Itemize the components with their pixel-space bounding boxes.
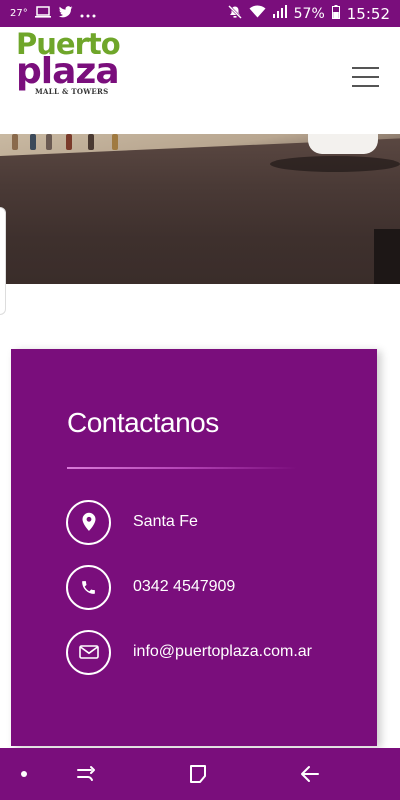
contact-item-phone[interactable]: 0342 4547909 (66, 564, 235, 610)
contact-title: Contactanos (67, 407, 219, 438)
contact-card: Contactanos Santa Fe 0342 4547909 info@p… (11, 349, 377, 746)
contact-location-text: Santa Fe (133, 513, 198, 530)
contact-email-text: info@puertoplaza.com.ar (133, 643, 312, 660)
logo-tagline: MALL & TOWERS (35, 87, 109, 96)
hamburger-menu-icon[interactable] (352, 67, 382, 89)
phone-icon (66, 564, 111, 610)
temperature-text: 27° (10, 8, 28, 19)
more-icon (80, 6, 96, 22)
battery-icon (331, 4, 340, 23)
status-bar: 27° 57% 15:52 (0, 0, 400, 27)
puerto-plaza-logo[interactable]: Puerto plaza MALL & TOWERS (16, 30, 126, 100)
title-divider (67, 467, 297, 469)
system-nav-bar (0, 748, 400, 800)
logo-line2: plaza (16, 51, 120, 92)
location-pin-icon (66, 499, 111, 545)
twitter-icon (58, 5, 73, 22)
clock: 15:52 (346, 4, 390, 23)
contact-item-location[interactable]: Santa Fe (66, 499, 198, 545)
battery-percent: 57% (293, 5, 325, 22)
mute-icon (227, 4, 242, 23)
site-header: Puerto plaza MALL & TOWERS (0, 27, 400, 134)
laptop-icon (34, 5, 51, 22)
home-icon[interactable] (182, 748, 214, 800)
contact-phone-text: 0342 4547909 (133, 578, 236, 595)
side-tab[interactable] (0, 207, 6, 315)
wifi-icon (249, 5, 266, 22)
hero-image (0, 134, 400, 284)
signal-icon (272, 5, 287, 22)
mail-icon (66, 629, 111, 675)
back-icon[interactable] (294, 748, 326, 800)
recent-apps-icon[interactable] (70, 748, 102, 800)
contact-item-email[interactable]: info@puertoplaza.com.ar (66, 629, 312, 675)
dot-icon[interactable] (12, 748, 36, 800)
